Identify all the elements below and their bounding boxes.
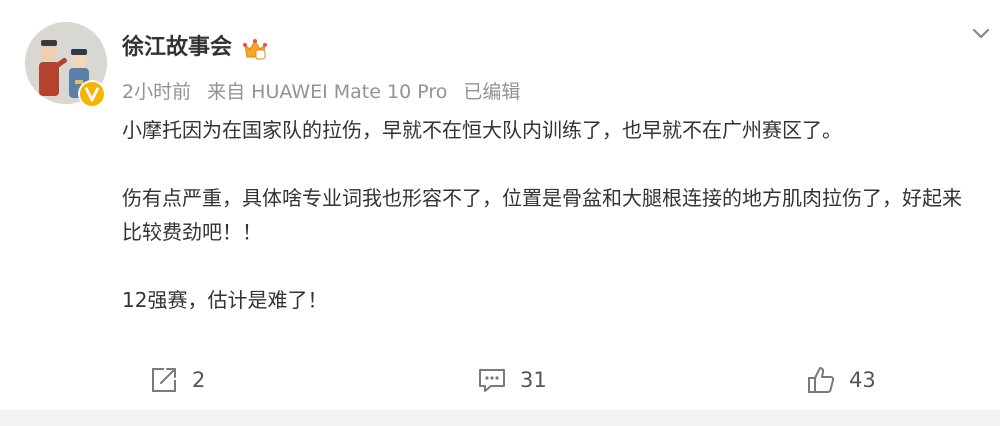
post-content: 小摩托因为在国家队的拉伤，早就不在恒大队内训练了，也早就不在广州赛区了。 伤有点… [122, 113, 972, 351]
like-count: 43 [849, 368, 876, 392]
verified-badge-icon [78, 80, 106, 108]
comment-button[interactable]: 31 [476, 360, 547, 400]
repost-button[interactable]: 2 [148, 360, 205, 400]
comment-icon [479, 369, 505, 392]
repost-icon [152, 368, 176, 392]
like-icon [808, 367, 835, 393]
action-bar: 2 31 43 [0, 360, 1000, 400]
post-paragraph: 伤有点严重，具体啥专业词我也形容不了，位置是骨盆和大腿根连接的地方肌肉拉伤了，好… [122, 186, 962, 244]
post-paragraph: 12强赛，估计是难了！ [122, 288, 328, 312]
repost-count: 2 [192, 368, 206, 392]
author-name[interactable]: 徐江故事会 [122, 33, 232, 63]
post-paragraph: 小摩托因为在国家队的拉伤，早就不在恒大队内训练了，也早就不在广州赛区了。 [122, 118, 842, 142]
post-time[interactable]: 2小时前 [122, 81, 191, 103]
like-button[interactable]: 43 [805, 360, 876, 400]
weibo-post-card: 徐江故事会 2小时前 来自 HUAWEI Mate 10 Pro 已编辑 小摩托… [0, 0, 1000, 410]
feed-separator [0, 410, 1000, 426]
edited-label[interactable]: 已编辑 [463, 81, 520, 103]
post-source: 来自 HUAWEI Mate 10 Pro [207, 81, 448, 103]
chevron-down-icon[interactable] [968, 20, 994, 46]
post-meta: 2小时前 来自 HUAWEI Mate 10 Pro 已编辑 [122, 78, 520, 106]
comment-count: 31 [520, 368, 547, 392]
vip-crown-icon[interactable] [242, 37, 268, 61]
